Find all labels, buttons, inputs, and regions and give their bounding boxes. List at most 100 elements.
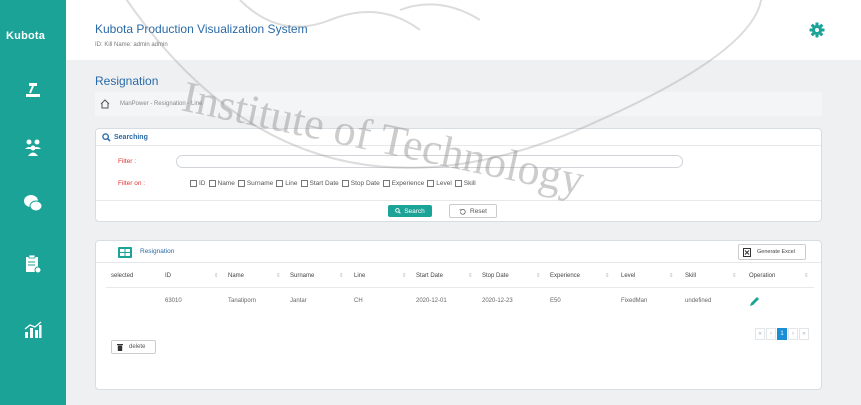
breadcrumb-text[interactable]: ManPower - Resignation - Line [120, 101, 202, 107]
filter-option-label: Line [285, 180, 298, 187]
filter-option-label: Name [217, 180, 235, 187]
pagination: « ‹ 1 › » [754, 328, 809, 340]
column-header-stop-date[interactable]: Stop Date [482, 273, 509, 279]
cell-experience: E50 [550, 298, 561, 304]
page-button-current[interactable]: 1 [777, 328, 787, 340]
column-header-experience[interactable]: Experience [550, 273, 580, 279]
kubota-logo: Kubota [6, 30, 46, 42]
filter-option-label: Experience [391, 180, 425, 187]
production-line-icon[interactable] [21, 78, 45, 102]
edit-pencil-icon[interactable] [749, 296, 760, 307]
filter-option-stop-date[interactable]: Stop Date [341, 180, 380, 187]
generate-excel-button[interactable]: Generate Excel [738, 244, 806, 260]
filter-option-label: Surname [246, 180, 274, 187]
cell-skill: undefined [685, 298, 712, 304]
cell-line: CH [354, 298, 363, 304]
search-icon [395, 208, 401, 214]
filter-label: Filter : [118, 158, 137, 165]
sort-icon[interactable]: ⇕ [339, 273, 344, 279]
reset-button[interactable]: Reset [449, 204, 497, 218]
sort-icon[interactable]: ⇕ [402, 273, 407, 279]
checkbox[interactable] [276, 180, 284, 187]
filter-option-experience[interactable]: Experience [382, 180, 425, 187]
filter-option-line[interactable]: Line [276, 180, 298, 187]
sort-icon[interactable]: ⇕ [536, 273, 541, 279]
search-button[interactable]: Search [388, 205, 432, 217]
filter-option-label: Level [436, 180, 452, 187]
filter-input[interactable] [176, 155, 683, 168]
manpower-icon[interactable] [21, 135, 45, 159]
table-title: Resignation [140, 248, 175, 255]
search-panel-header: Searching [96, 129, 821, 146]
checkbox[interactable] [427, 180, 435, 187]
checkbox[interactable] [382, 180, 390, 187]
filter-option-surname[interactable]: Surname [237, 180, 274, 187]
filter-on-label: Filter on : [118, 180, 146, 187]
cell-stop-date: 2020-12-23 [482, 298, 513, 304]
column-header-id[interactable]: ID [165, 273, 171, 279]
clipboard-icon[interactable] [21, 252, 45, 276]
header-divider [106, 287, 814, 288]
filter-options: ID Name Surname Line Start Date Stop Dat… [190, 180, 479, 187]
sidebar: Kubota [0, 0, 66, 405]
sort-icon[interactable]: ⇕ [468, 273, 473, 279]
last-page-button[interactable]: » [799, 328, 809, 340]
chart-icon[interactable] [21, 318, 45, 342]
column-header-level[interactable]: Level [621, 273, 635, 279]
checkbox[interactable] [300, 180, 308, 187]
sort-icon[interactable]: ⇕ [804, 273, 809, 279]
filter-option-name[interactable]: Name [208, 180, 235, 187]
search-button-label: Search [404, 207, 425, 215]
excel-icon [743, 247, 751, 257]
checkbox[interactable] [208, 180, 216, 187]
trash-icon [117, 343, 123, 351]
sort-icon[interactable]: ⇕ [732, 273, 737, 279]
prev-page-button[interactable]: ‹ [766, 328, 776, 340]
reset-button-label: Reset [470, 207, 487, 215]
top-header: Kubota Production Visualization System I… [66, 0, 861, 60]
column-header-surname[interactable]: Surname [290, 273, 314, 279]
column-header-operation[interactable]: Operation [749, 273, 775, 279]
checkbox[interactable] [190, 180, 197, 187]
filter-option-start-date[interactable]: Start Date [300, 180, 339, 187]
next-page-button[interactable]: › [788, 328, 798, 340]
first-page-button[interactable]: « [755, 328, 765, 340]
cell-surname: Jantar [290, 298, 307, 304]
home-icon[interactable] [100, 99, 110, 109]
app-title: Kubota Production Visualization System [95, 22, 308, 36]
cell-level: FixedMan [621, 298, 648, 304]
sort-icon[interactable]: ⇕ [605, 273, 610, 279]
checkbox[interactable] [454, 180, 462, 187]
filter-option-skill[interactable]: Skill [454, 180, 476, 187]
reset-icon [459, 208, 466, 215]
filter-option-label: Stop Date [350, 180, 380, 187]
divider [96, 200, 821, 201]
sort-icon[interactable]: ⇕ [276, 273, 281, 279]
filter-option-label: ID [199, 180, 206, 187]
cell-id: 63010 [165, 298, 182, 304]
search-panel: Searching Filter : Filter on : ID Name S… [95, 128, 822, 222]
checkbox[interactable] [341, 180, 349, 187]
checkbox[interactable] [237, 180, 245, 187]
column-header-line[interactable]: Line [354, 273, 365, 279]
filter-option-label: Start Date [309, 180, 339, 187]
gear-icon[interactable] [809, 22, 825, 38]
column-header-skill[interactable]: Skill [685, 273, 696, 279]
delete-button-label: delete [129, 344, 146, 350]
chat-icon[interactable] [21, 191, 45, 215]
column-header-name[interactable]: Name [228, 273, 244, 279]
sort-icon[interactable]: ⇕ [669, 273, 674, 279]
filter-option-id[interactable]: ID [190, 180, 206, 187]
search-icon [102, 132, 111, 142]
breadcrumb: ManPower - Resignation - Line [95, 92, 822, 116]
filter-option-level[interactable]: Level [427, 180, 452, 187]
column-header-start-date[interactable]: Start Date [416, 273, 443, 279]
column-header-selected[interactable]: selected [111, 273, 133, 279]
delete-button[interactable]: delete [111, 340, 156, 354]
generate-excel-label: Generate Excel [757, 249, 795, 255]
user-info: ID: Kill Name: admin admin [95, 42, 168, 48]
page-title: Resignation [95, 74, 159, 88]
cell-name: Tanatiporn [228, 298, 257, 304]
sort-icon[interactable]: ⇕ [214, 273, 219, 279]
search-panel-title: Searching [114, 133, 148, 141]
